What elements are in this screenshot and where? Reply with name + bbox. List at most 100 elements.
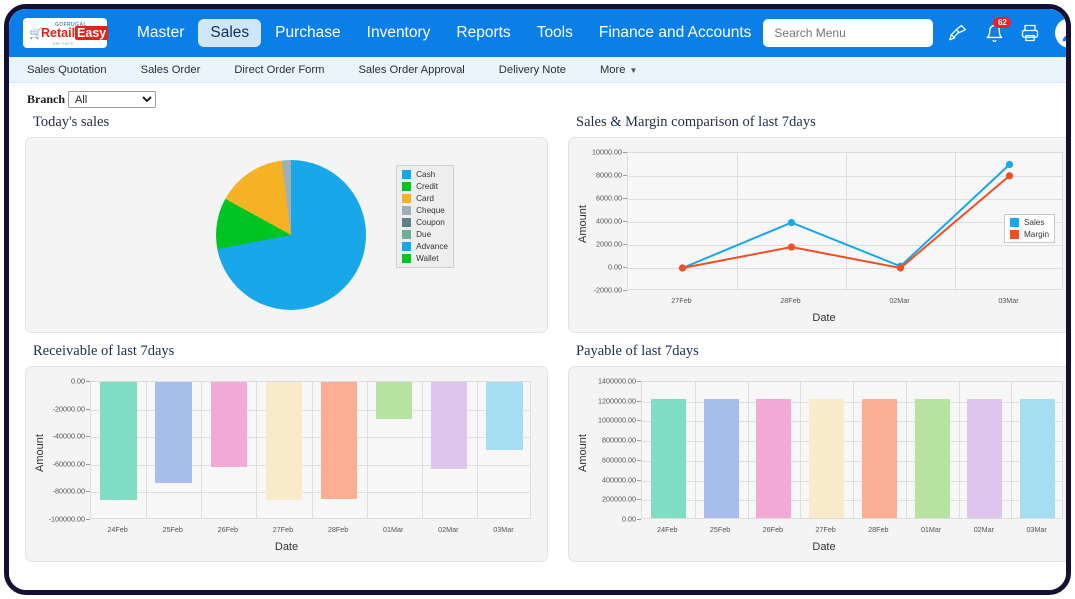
pie-legend-item[interactable]: Due — [402, 230, 448, 239]
y-tick-mark — [637, 381, 641, 382]
nav-item-master[interactable]: Master — [125, 19, 196, 47]
gridline — [748, 382, 749, 518]
printer-icon[interactable] — [1019, 22, 1041, 44]
search-input[interactable] — [772, 25, 924, 41]
subnav-item-sales-order[interactable]: Sales Order — [124, 64, 218, 76]
gridline — [256, 382, 257, 518]
x-axis-tick: 27Feb — [273, 525, 293, 534]
line-series-svg — [628, 153, 1064, 291]
y-axis-tick: -40000.00 — [53, 432, 85, 441]
y-tick-mark — [623, 198, 627, 199]
y-tick-mark — [637, 519, 641, 520]
gridline — [146, 382, 147, 518]
plot-area — [641, 381, 1063, 519]
legend-swatch — [402, 218, 411, 227]
nav-item-purchase[interactable]: Purchase — [263, 19, 352, 47]
y-tick-mark — [86, 519, 90, 520]
gridline — [800, 382, 801, 518]
pie-chart[interactable] — [216, 160, 366, 310]
y-axis-tick: 0.00 — [622, 515, 636, 524]
bar[interactable] — [211, 382, 247, 467]
bar[interactable] — [651, 399, 686, 518]
bar[interactable] — [486, 382, 522, 450]
pie-legend-item[interactable]: Cheque — [402, 206, 448, 215]
pie-legend-item[interactable]: Card — [402, 194, 448, 203]
y-tick-mark — [623, 152, 627, 153]
bar[interactable] — [155, 382, 191, 483]
legend-swatch — [402, 194, 411, 203]
sales-margin-title: Sales & Margin comparison of last 7days — [576, 114, 1066, 131]
y-axis-label: Amount — [577, 205, 589, 243]
x-axis-tick: 28Feb — [780, 296, 800, 305]
nav-item-inventory[interactable]: Inventory — [355, 19, 443, 47]
subnav-item-delivery-note[interactable]: Delivery Note — [482, 64, 583, 76]
bar[interactable] — [100, 382, 136, 500]
app-logo[interactable]: 🛒 GOFRUGAL RetailEasy ERP SUITE — [23, 18, 107, 48]
y-tick-mark — [623, 244, 627, 245]
subnav-item-direct-order-form[interactable]: Direct Order Form — [217, 64, 341, 76]
user-avatar-icon[interactable] — [1055, 18, 1066, 48]
bar[interactable] — [266, 382, 302, 500]
x-axis-tick: 24Feb — [657, 525, 677, 534]
payable-chart[interactable]: 1400000.001200000.001000000.00800000.006… — [575, 373, 1066, 555]
x-axis-tick: 27Feb — [815, 525, 835, 534]
bar[interactable] — [809, 399, 844, 518]
legend-label: Credit — [416, 182, 438, 191]
paintbrush-icon[interactable] — [947, 22, 969, 44]
legend-label: Wallet — [416, 254, 438, 263]
bar[interactable] — [756, 399, 791, 518]
x-axis-tick: 24Feb — [107, 525, 127, 534]
subnav-item-sales-order-approval[interactable]: Sales Order Approval — [341, 64, 481, 76]
sales-margin-card: 10000.008000.006000.004000.002000.000.00… — [568, 137, 1066, 333]
branch-select[interactable]: All — [68, 91, 156, 108]
bell-icon[interactable]: 62 — [983, 22, 1005, 44]
bar[interactable] — [1020, 399, 1055, 518]
main-navigation: Master Sales Purchase Inventory Reports … — [125, 19, 763, 47]
y-axis-tick: -100000.00 — [49, 515, 85, 524]
nav-item-tools[interactable]: Tools — [525, 19, 585, 47]
receivable-chart[interactable]: 0.00-20000.00-40000.00-60000.00-80000.00… — [32, 373, 541, 555]
gridline — [477, 382, 478, 518]
search-menu-box[interactable] — [763, 19, 933, 47]
bar[interactable] — [431, 382, 467, 469]
nav-item-finance-and-accounts[interactable]: Finance and Accounts — [587, 19, 764, 47]
gridline — [367, 382, 368, 518]
panel-receivable: Receivable of last 7days 0.00-20000.00-4… — [25, 341, 548, 562]
bar[interactable] — [967, 399, 1002, 518]
bar[interactable] — [376, 382, 412, 419]
y-axis-label: Amount — [577, 434, 589, 472]
bar[interactable] — [862, 399, 897, 518]
y-axis-tick: 4000.00 — [596, 217, 622, 226]
y-axis-tick: 800000.00 — [602, 436, 636, 445]
sales-margin-chart[interactable]: 10000.008000.006000.004000.002000.000.00… — [575, 144, 1066, 326]
bar[interactable] — [915, 399, 950, 518]
pie-legend-item[interactable]: Wallet — [402, 254, 448, 263]
x-axis-tick: 03Mar — [998, 296, 1018, 305]
x-axis-label: Date — [812, 312, 835, 324]
y-axis-tick: -2000.00 — [594, 286, 622, 295]
pie-legend-item[interactable]: Advance — [402, 242, 448, 251]
line-chart-legend: Sales Margin — [1004, 214, 1055, 243]
logo-easy-text: Easy — [75, 26, 108, 40]
pie-legend-item[interactable]: Cash — [402, 170, 448, 179]
top-header: 🛒 GOFRUGAL RetailEasy ERP SUITE Master S… — [9, 9, 1066, 57]
line-legend-item[interactable]: Sales — [1010, 218, 1049, 227]
pie-legend-item[interactable]: Credit — [402, 182, 448, 191]
x-axis-tick: 02Mar — [438, 525, 458, 534]
app-root: 🛒 GOFRUGAL RetailEasy ERP SUITE Master S… — [9, 9, 1066, 590]
pie-legend-item[interactable]: Coupon — [402, 218, 448, 227]
line-legend-item[interactable]: Margin — [1010, 230, 1049, 239]
gridline — [853, 382, 854, 518]
nav-item-sales[interactable]: Sales — [198, 19, 261, 47]
bar[interactable] — [704, 399, 739, 518]
subnav-item-more[interactable]: More▼ — [583, 64, 654, 76]
y-tick-mark — [86, 464, 90, 465]
y-axis-tick: -60000.00 — [53, 459, 85, 468]
subnav-item-sales-quotation[interactable]: Sales Quotation — [27, 64, 124, 76]
pie-chart-legend: Cash Credit Card Cheque Coupon Due Advance Wall… — [396, 165, 454, 268]
x-axis-tick: 26Feb — [763, 525, 783, 534]
x-axis-tick: 03Mar — [1026, 525, 1046, 534]
bar[interactable] — [321, 382, 357, 499]
nav-item-reports[interactable]: Reports — [444, 19, 522, 47]
x-axis-tick: 27Feb — [671, 296, 691, 305]
